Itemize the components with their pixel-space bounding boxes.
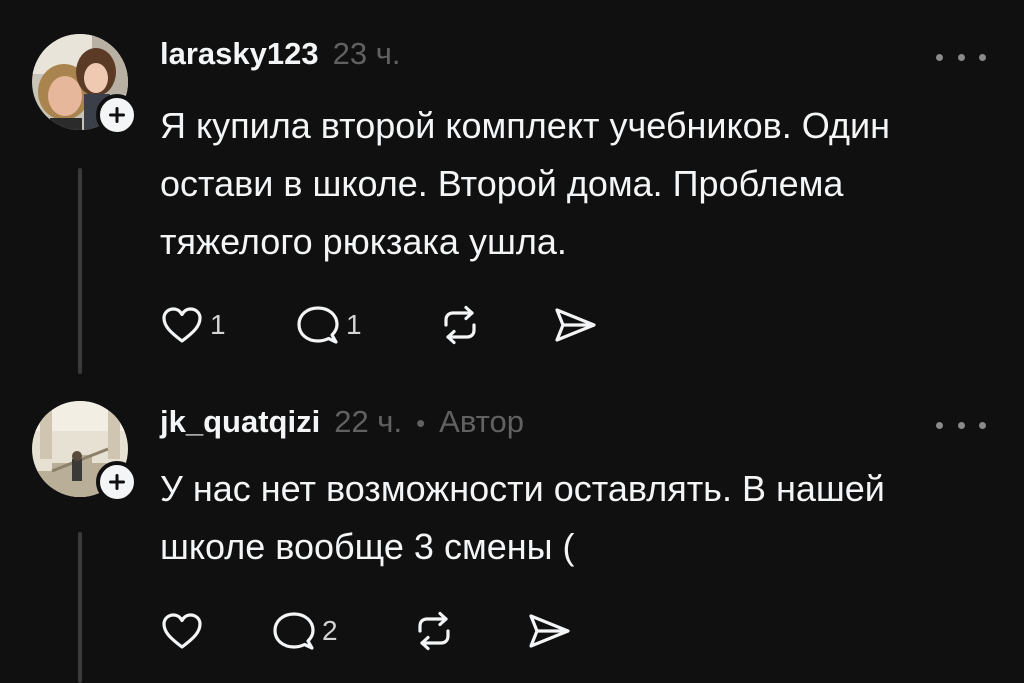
author-tag: Автор: [439, 404, 524, 439]
comment-thread: larasky123 23 ч. Я купила второй комплек…: [0, 0, 1024, 683]
username[interactable]: larasky123: [160, 36, 319, 72]
comment-bubble-icon: [273, 612, 315, 650]
username[interactable]: jk_quatqizi: [160, 404, 320, 440]
share-button[interactable]: [552, 305, 598, 345]
send-icon: [555, 308, 596, 342]
timestamp: 22 ч.: [334, 404, 403, 439]
repost-button[interactable]: [412, 611, 526, 651]
plus-icon: [109, 474, 125, 490]
post-header: jk_quatqizi 22 ч. • Автор: [160, 404, 524, 440]
send-icon: [529, 614, 570, 648]
like-count: 1: [210, 309, 226, 340]
repost-icon: [418, 611, 450, 651]
heart-icon: [162, 307, 202, 343]
timestamp: 23 ч.: [332, 36, 401, 71]
follow-button[interactable]: [96, 94, 138, 136]
comment-text: У нас нет возможности оставлять. В нашей…: [160, 468, 885, 567]
repost-button[interactable]: [438, 305, 552, 345]
comment-count: 1: [346, 309, 362, 340]
separator-dot: •: [416, 408, 426, 438]
action-bar: 2: [160, 610, 572, 652]
repost-icon: [444, 305, 476, 345]
heart-icon: [162, 613, 202, 649]
action-bar: 1 1: [160, 304, 598, 346]
comment-text: Я купила второй комплект учебников. Один…: [160, 105, 890, 262]
comment-count: 2: [322, 615, 338, 646]
thread-line: [78, 168, 82, 374]
comment-post: jk_quatqizi 22 ч. • Автор У нас нет возм…: [0, 380, 1024, 683]
plus-icon: [109, 107, 125, 123]
share-button[interactable]: [526, 611, 572, 651]
like-button[interactable]: [160, 611, 272, 651]
more-dots-icon[interactable]: [936, 42, 986, 72]
comment-button[interactable]: 2: [272, 610, 412, 652]
comment-post: larasky123 23 ч. Я купила второй комплек…: [0, 0, 1024, 380]
more-dots-icon[interactable]: [936, 410, 986, 440]
comment-button[interactable]: 1: [296, 304, 438, 346]
post-header: larasky123 23 ч.: [160, 36, 400, 72]
thread-line: [78, 532, 82, 683]
follow-button[interactable]: [96, 461, 138, 503]
comment-bubble-icon: [297, 306, 339, 344]
like-button[interactable]: 1: [160, 305, 296, 345]
